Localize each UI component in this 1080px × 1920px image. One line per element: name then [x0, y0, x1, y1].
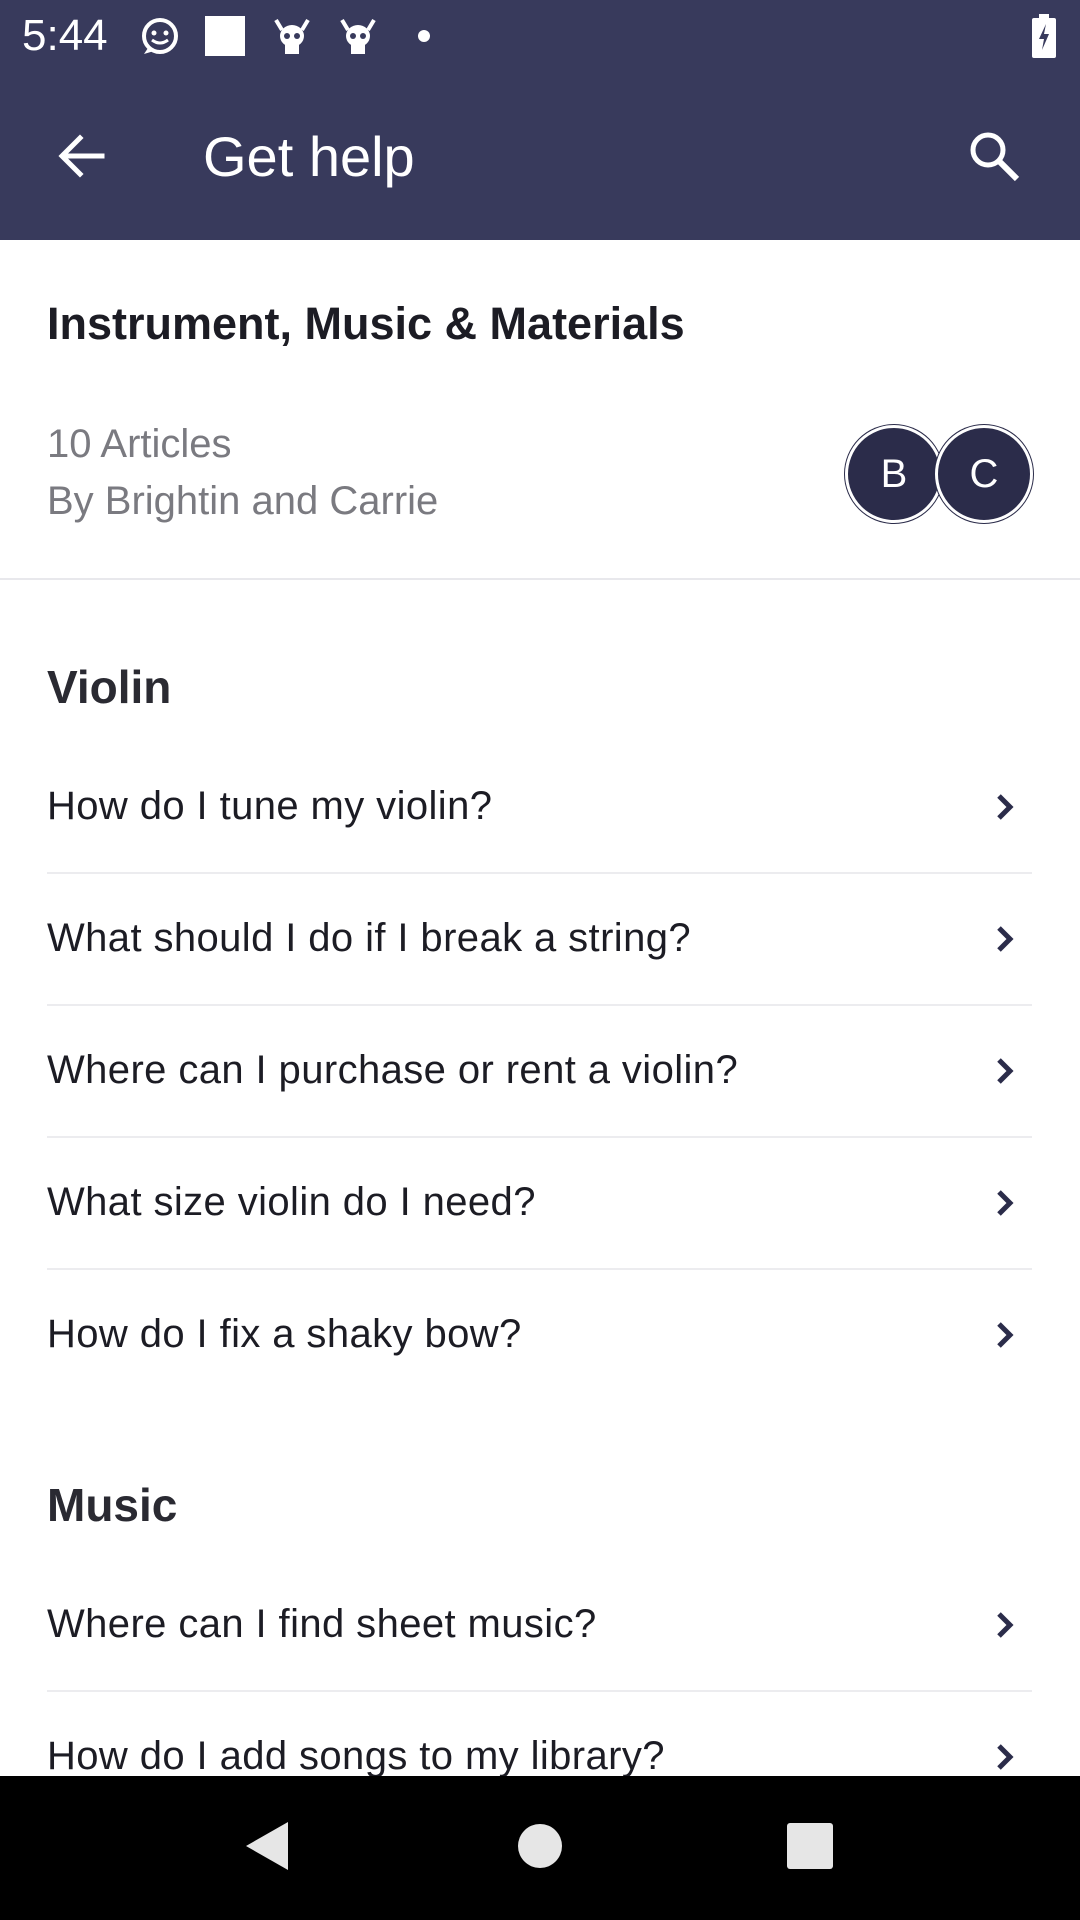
article-row[interactable]: How do I tune my violin?: [47, 742, 1032, 874]
dot-icon: [418, 30, 430, 42]
article-title: How do I tune my violin?: [47, 784, 493, 828]
arrow-left-icon: [58, 134, 105, 178]
chevron-right-icon: [997, 1190, 1014, 1216]
article-title: Where can I find sheet music?: [47, 1602, 597, 1646]
chat-smiley-icon: [142, 18, 178, 54]
article-row[interactable]: What size violin do I need?: [47, 1138, 1032, 1270]
section-heading-music: Music: [47, 1479, 178, 1531]
search-button[interactable]: [954, 116, 1034, 196]
app-bar: Get help: [0, 72, 1080, 240]
chevron-right-icon: [997, 1058, 1014, 1084]
article-title: Where can I purchase or rent a violin?: [47, 1048, 739, 1092]
article-title: What should I do if I break a string?: [47, 916, 692, 960]
skull-icon: [274, 18, 310, 54]
nav-recents-button[interactable]: [785, 1818, 835, 1874]
skull-icon: [340, 18, 376, 54]
article-row[interactable]: Where can I purchase or rent a violin?: [47, 1006, 1032, 1138]
square-icon: [205, 16, 245, 56]
chevron-right-icon: [997, 1744, 1014, 1770]
back-button[interactable]: [42, 116, 122, 196]
authors-text: By Brightin and Carrie: [47, 479, 439, 523]
nav-back-button[interactable]: [242, 1818, 292, 1874]
article-title: What size violin do I need?: [47, 1180, 536, 1224]
page-title: Get help: [203, 125, 415, 188]
chevron-right-icon: [997, 794, 1014, 820]
avatar-c: C: [935, 425, 1033, 523]
collection-title: Instrument, Music & Materials: [47, 298, 685, 349]
article-title: How do I add songs to my library?: [47, 1734, 665, 1778]
article-count: 10 Articles: [47, 422, 232, 466]
article-row[interactable]: What should I do if I break a string?: [47, 874, 1032, 1006]
system-nav-bar: [0, 1776, 1080, 1920]
battery-charging-icon: [1032, 14, 1056, 58]
nav-home-button[interactable]: [515, 1818, 565, 1874]
status-bar: 5:44: [0, 0, 1080, 72]
article-title: How do I fix a shaky bow?: [47, 1312, 522, 1356]
article-row[interactable]: Where can I find sheet music?: [47, 1560, 1032, 1692]
chevron-right-icon: [997, 1322, 1014, 1348]
search-icon: [970, 132, 1020, 182]
article-row[interactable]: How do I fix a shaky bow?: [47, 1270, 1032, 1402]
status-time: 5:44: [22, 11, 108, 60]
collection-header: Instrument, Music & Materials 10 Article…: [0, 240, 1080, 580]
chevron-right-icon: [997, 926, 1014, 952]
chevron-right-icon: [997, 1612, 1014, 1638]
section-heading-violin: Violin: [47, 661, 172, 713]
avatar-b: B: [845, 425, 943, 523]
